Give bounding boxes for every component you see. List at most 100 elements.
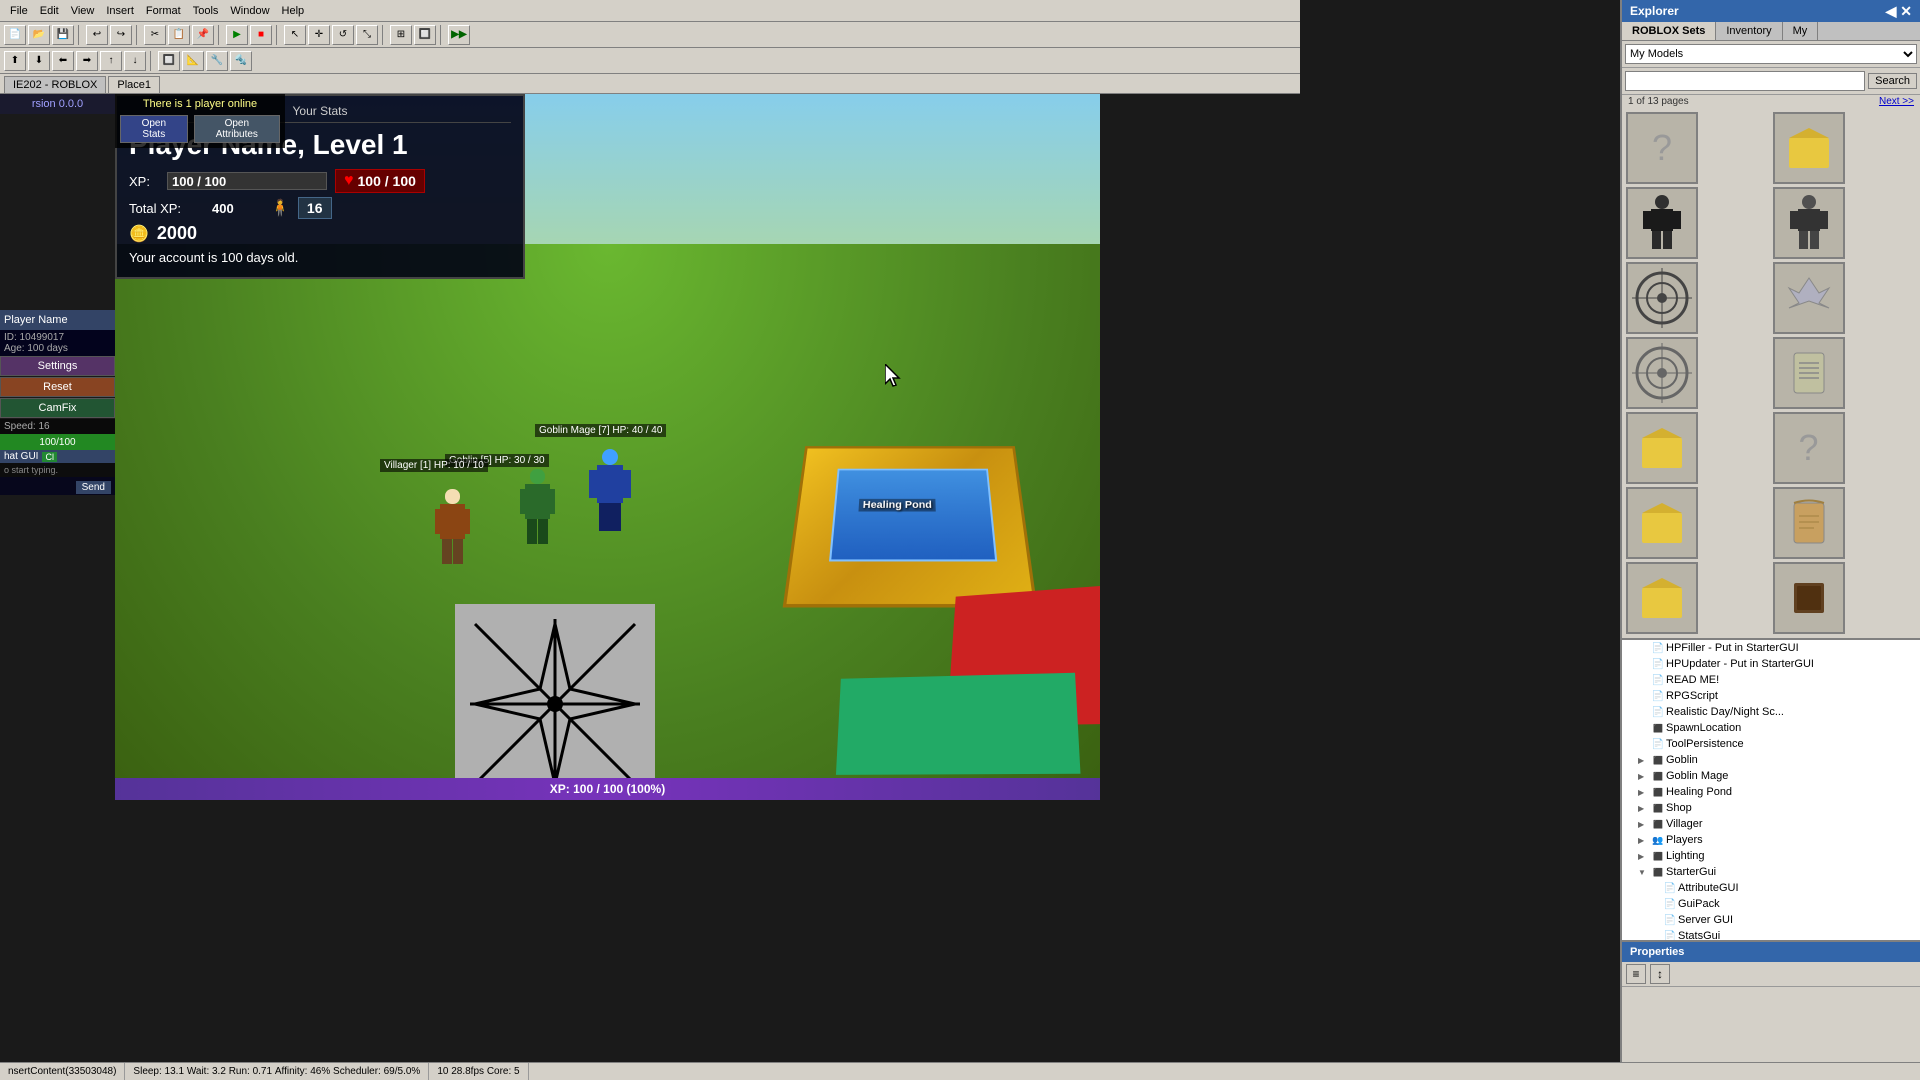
tab-bar: IE202 - ROBLOX Place1: [0, 74, 1300, 94]
tree-item-startergui[interactable]: ▼ ⬛ StarterGui: [1622, 864, 1920, 880]
toolbar-scale[interactable]: ⤡: [356, 25, 378, 45]
tree-item-players[interactable]: ▶ 👥 Players: [1622, 832, 1920, 848]
tree-item-healing-pond[interactable]: ▶ ⬛ Healing Pond: [1622, 784, 1920, 800]
open-stats-btn[interactable]: Open Stats: [120, 115, 188, 143]
models-dropdown[interactable]: My Models: [1625, 44, 1917, 64]
toolbar-stop[interactable]: ■: [250, 25, 272, 45]
menu-tools[interactable]: Tools: [187, 5, 225, 17]
model-thumb-2[interactable]: [1626, 187, 1698, 259]
model-thumb-5[interactable]: [1773, 262, 1845, 334]
tree-item-lighting[interactable]: ▶ ⬛ Lighting: [1622, 848, 1920, 864]
toolbar-play[interactable]: ▶: [226, 25, 248, 45]
tree-item-readme[interactable]: 📄 READ ME!: [1622, 672, 1920, 688]
tree-item-hpfiller[interactable]: 📄 HPFiller - Put in StarterGUI: [1622, 640, 1920, 656]
props-filter-btn[interactable]: ≡: [1626, 964, 1646, 984]
tree-item-hpupdater[interactable]: 📄 HPUpdater - Put in StarterGUI: [1622, 656, 1920, 672]
tree-item-spawn[interactable]: ⬛ SpawnLocation: [1622, 720, 1920, 736]
pond-label: Healing Pond: [858, 499, 936, 512]
player-icon: 🧍: [270, 198, 290, 218]
tab-my[interactable]: My: [1783, 22, 1819, 40]
tree-item-goblin[interactable]: ▶ ⬛ Goblin: [1622, 752, 1920, 768]
star-decor: [455, 604, 655, 800]
toolbar-undo[interactable]: ↩: [86, 25, 108, 45]
tab-roblox-sets[interactable]: ROBLOX Sets: [1622, 22, 1716, 40]
tree-item-guipack[interactable]: 📄 GuiPack: [1622, 896, 1920, 912]
tree-item-villager[interactable]: ▶ ⬛ Villager: [1622, 816, 1920, 832]
tree-item-statsgui[interactable]: 📄 StatsGui: [1622, 928, 1920, 940]
toolbar2-b6[interactable]: ↓: [124, 51, 146, 71]
toolbar2-b9[interactable]: 🔧: [206, 51, 228, 71]
tab-place1[interactable]: Place1: [108, 76, 160, 93]
toolbar2-b3[interactable]: ⬅: [52, 51, 74, 71]
toolbar2-b5[interactable]: ↑: [100, 51, 122, 71]
toolbar2-b4[interactable]: ➡: [76, 51, 98, 71]
model-thumb-8[interactable]: [1626, 412, 1698, 484]
toolbar-paste[interactable]: 📌: [192, 25, 214, 45]
properties-header: Properties: [1622, 942, 1920, 962]
properties-panel: Properties ≡ ↕: [1622, 940, 1920, 1080]
menu-window[interactable]: Window: [224, 5, 275, 17]
toolbar-open[interactable]: 📂: [28, 25, 50, 45]
goblin-icon: ⬛: [1650, 753, 1666, 767]
menu-format[interactable]: Format: [140, 5, 187, 17]
toolbar-cut[interactable]: ✂: [144, 25, 166, 45]
toolbar2-b2[interactable]: ⬇: [28, 51, 50, 71]
toolbar-copy[interactable]: 📋: [168, 25, 190, 45]
camfix-btn[interactable]: CamFix: [0, 398, 115, 418]
tree-item-attributegui[interactable]: 📄 AttributeGUI: [1622, 880, 1920, 896]
tab-ie202[interactable]: IE202 - ROBLOX: [4, 76, 106, 93]
days-text: Your account is 100 days old.: [129, 250, 511, 265]
model-thumb-11[interactable]: [1773, 487, 1845, 559]
toolbar-redo[interactable]: ↪: [110, 25, 132, 45]
toolbar-rotate[interactable]: ↺: [332, 25, 354, 45]
open-attributes-btn[interactable]: Open Attributes: [194, 115, 280, 143]
menu-help[interactable]: Help: [276, 5, 311, 17]
toolbar-run[interactable]: ▶▶: [448, 25, 470, 45]
tree-item-shop[interactable]: ▶ ⬛ Shop: [1622, 800, 1920, 816]
model-thumb-9[interactable]: ?: [1773, 412, 1845, 484]
model-thumb-4[interactable]: [1626, 262, 1698, 334]
menu-insert[interactable]: Insert: [100, 5, 140, 17]
props-sort-btn[interactable]: ↕: [1650, 964, 1670, 984]
xp-label: XP:: [129, 174, 159, 189]
player-info-box: ID: 10499017 Age: 100 days: [0, 330, 115, 356]
toolbar2-b8[interactable]: 📐: [182, 51, 204, 71]
settings-btn[interactable]: Settings: [0, 356, 115, 376]
model-thumb-13[interactable]: [1773, 562, 1845, 634]
model-thumb-10[interactable]: [1626, 487, 1698, 559]
model-thumb-6[interactable]: [1626, 337, 1698, 409]
tree-item-rpgscript[interactable]: 📄 RPGScript: [1622, 688, 1920, 704]
menu-file[interactable]: File: [4, 5, 34, 17]
toolbar-select[interactable]: ↖: [284, 25, 306, 45]
toolbar-new[interactable]: 📄: [4, 25, 26, 45]
reset-btn[interactable]: Reset: [0, 377, 115, 397]
model-thumb-12[interactable]: [1626, 562, 1698, 634]
toolbar2-b1[interactable]: ⬆: [4, 51, 26, 71]
menu-view[interactable]: View: [65, 5, 101, 17]
tab-inventory[interactable]: Inventory: [1716, 22, 1782, 40]
explorer-tree[interactable]: 📄 HPFiller - Put in StarterGUI 📄 HPUpdat…: [1622, 638, 1920, 940]
coins-value: 2000: [157, 223, 197, 244]
next-button[interactable]: Next >>: [1879, 96, 1914, 107]
model-thumb-0[interactable]: ?: [1626, 112, 1698, 184]
tree-item-daynight[interactable]: 📄 Realistic Day/Night Sc...: [1622, 704, 1920, 720]
toolbar2-b7[interactable]: 🔲: [158, 51, 180, 71]
model-thumb-1[interactable]: [1773, 112, 1845, 184]
model-thumb-7[interactable]: [1773, 337, 1845, 409]
toolbar2-b10[interactable]: 🔩: [230, 51, 252, 71]
menu-edit[interactable]: Edit: [34, 5, 65, 17]
tree-item-servergui[interactable]: 📄 Server GUI: [1622, 912, 1920, 928]
model-thumb-3[interactable]: [1773, 187, 1845, 259]
tree-item-toolpersistence[interactable]: 📄 ToolPersistence: [1622, 736, 1920, 752]
search-button[interactable]: Search: [1868, 73, 1917, 89]
send-btn[interactable]: Send: [0, 477, 115, 495]
total-xp-row: Total XP: 400 🧍 16: [129, 197, 511, 219]
toolbar-grid[interactable]: ⊞: [390, 25, 412, 45]
toolbar-snap[interactable]: 🔲: [414, 25, 436, 45]
toolbar-sep-5: [382, 25, 386, 45]
toolbar-move[interactable]: ✛: [308, 25, 330, 45]
toolbar-save[interactable]: 💾: [52, 25, 74, 45]
hp-bar: 100/100: [0, 434, 115, 450]
tree-item-goblin-mage[interactable]: ▶ ⬛ Goblin Mage: [1622, 768, 1920, 784]
search-input[interactable]: [1625, 71, 1865, 91]
